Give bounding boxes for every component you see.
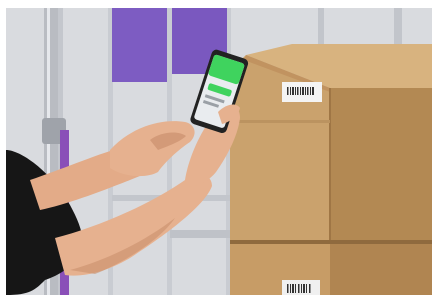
box-side-face [330, 88, 437, 240]
wall-rail [170, 230, 230, 238]
box-flap-line [232, 120, 330, 123]
photo-frame [0, 0, 437, 295]
barcode-icon [287, 284, 311, 293]
warehouse-photo [0, 0, 437, 295]
photo-edge-right [432, 0, 437, 295]
lower-box-side [330, 244, 437, 295]
photo-edge-top [0, 0, 437, 8]
purple-panel [112, 8, 167, 82]
box-gap-shadow [230, 240, 437, 244]
photo-edge-left [0, 0, 6, 295]
